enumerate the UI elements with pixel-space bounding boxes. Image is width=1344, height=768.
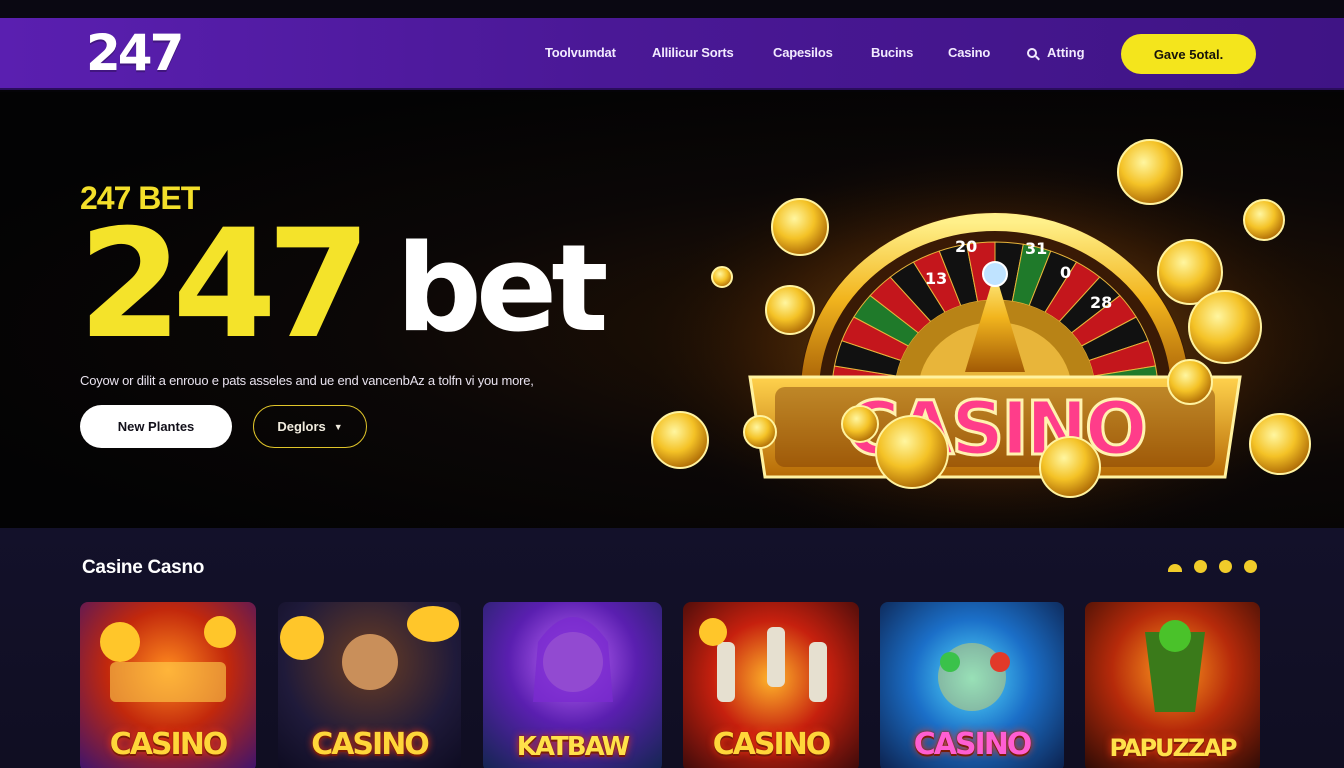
chevron-down-icon: ▼ [333,421,343,432]
hero-headline-number: 247 [78,198,371,372]
hero-section: 247 BET 247 bet Coyow or dilit a enrouo … [0,92,1344,528]
game-card-4[interactable]: CASINO [683,602,859,768]
wheel-number-2: 20 [955,237,977,256]
coin [743,415,777,449]
wheel-number-4: 0 [1060,263,1071,282]
nav-search[interactable]: Atting [1027,45,1085,60]
coin [1243,199,1285,241]
nav-item-4[interactable]: Bucins [871,45,913,60]
carousel-dot-3[interactable] [1244,560,1257,573]
search-icon [1027,47,1037,58]
game-card-title: CASINO [311,727,430,762]
coin [1117,139,1183,205]
hero-headline-word: bet [396,220,609,359]
game-card-1[interactable]: CASINO [80,602,256,768]
cta-button[interactable]: Gave 5otal. [1121,34,1256,74]
nav-search-label: Atting [1047,45,1085,60]
coin [765,285,815,335]
casino-landing-page: 247 Toolvumdat Allilicur Sorts Capesilos… [0,0,1344,768]
games-section: Casine Casno CASINO CASINO KATBAW CASINO… [0,528,1344,768]
wheel-number-5: 28 [1090,293,1112,312]
wheel-number-1: 13 [925,269,947,288]
game-card-title: KATBAW [516,732,630,762]
primary-button[interactable]: New Plantes [80,405,232,448]
game-card-5[interactable]: CASINO [880,602,1064,768]
wheel-number-3: 31 [1025,239,1047,258]
secondary-button-label: Deglors [277,419,326,434]
coin [875,415,949,489]
nav-item-casino[interactable]: Casino [948,45,990,60]
roulette-casino-illustration: 13 20 31 0 28 CASINO [650,132,1340,528]
coin [841,405,879,443]
coin [711,266,733,288]
game-card-3[interactable]: KATBAW [483,602,662,768]
casino-sign: CASINO [748,375,1242,479]
nav-item-2[interactable]: Allilicur Sorts [652,45,734,60]
nav-item-3[interactable]: Capesilos [773,45,833,60]
site-logo[interactable]: 247 [86,24,184,82]
hero-subtitle: Coyow or dilit a enrouo e pats asseles a… [80,373,534,388]
carousel-dot-1[interactable] [1194,560,1207,573]
nav-item-1[interactable]: Toolvumdat [545,45,616,60]
carousel-prev-icon[interactable] [1168,564,1182,572]
game-card-title: PAPUZZAP [1109,734,1237,762]
carousel-dot-2[interactable] [1219,560,1232,573]
game-card-2[interactable]: CASINO [278,602,461,768]
carousel-dots [1168,560,1257,573]
game-card-title: CASINO [712,727,832,762]
coin [1249,413,1311,475]
coin [1039,436,1101,498]
coin [771,198,829,256]
coin [1167,359,1213,405]
secondary-button[interactable]: Deglors ▼ [253,405,367,448]
top-nav: 247 Toolvumdat Allilicur Sorts Capesilos… [0,18,1344,90]
games-section-title: Casine Casno [82,557,205,578]
coin [1188,290,1262,364]
game-card-title: CASINO [913,727,1033,762]
coin [651,411,709,469]
game-card-title: CASINO [109,727,229,762]
game-card-6[interactable]: PAPUZZAP [1085,602,1260,768]
top-strip [0,0,1344,18]
